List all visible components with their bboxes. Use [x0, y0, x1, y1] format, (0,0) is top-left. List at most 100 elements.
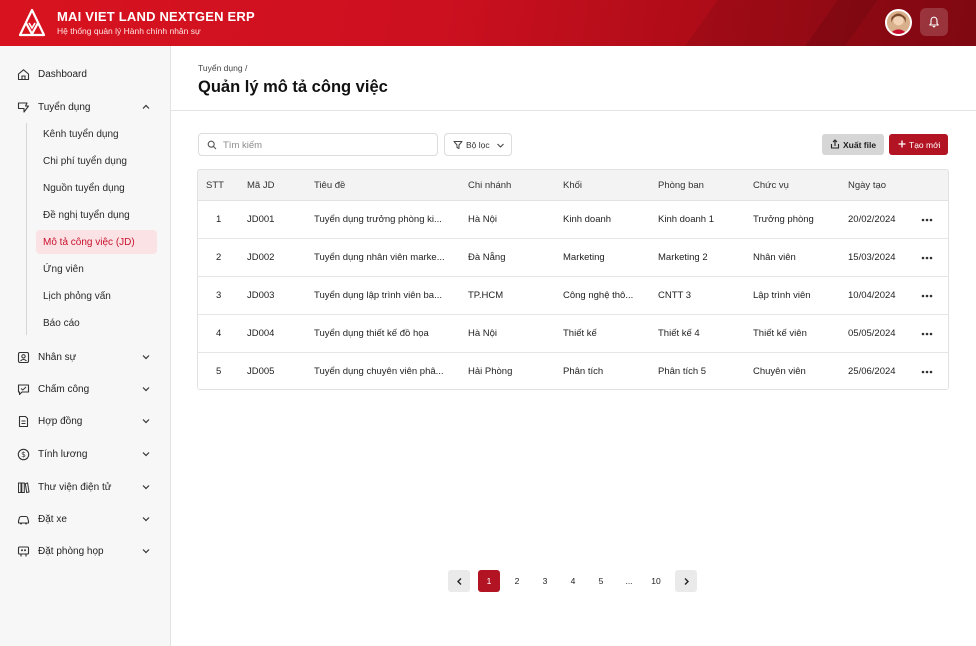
sidebar-subitem-label: Báo cáo — [43, 317, 80, 329]
table-row[interactable]: 3 JD003 Tuyển dụng lập trình viên ba... … — [198, 277, 948, 315]
sidebar-subitem-label: Ứng viên — [43, 263, 84, 275]
breadcrumb[interactable]: Tuyển dụng / — [198, 63, 247, 73]
plus-icon — [898, 140, 906, 148]
sidebar-subitem-candidates[interactable]: Ứng viên — [36, 257, 157, 281]
cell-created-date: 20/02/2024 — [848, 214, 896, 225]
pagination-page-5[interactable]: 5 — [590, 570, 612, 592]
pagination-prev-button[interactable] — [448, 570, 470, 592]
notification-button[interactable] — [920, 8, 948, 36]
more-options-icon[interactable] — [920, 327, 934, 341]
cell-division: Marketing — [563, 252, 605, 263]
dollar-icon: $ — [17, 448, 30, 460]
sidebar-subitem-label: Đề nghị tuyển dụng — [43, 209, 130, 221]
sidebar-subitem-label: Kênh tuyển dụng — [43, 128, 119, 140]
column-header-stt[interactable]: STT — [206, 180, 224, 191]
company-logo-icon[interactable] — [18, 8, 46, 38]
pagination-page-2[interactable]: 2 — [506, 570, 528, 592]
sidebar-item-attendance[interactable]: Chấm công — [0, 376, 171, 402]
column-header-department[interactable]: Phòng ban — [658, 180, 704, 191]
sidebar-subitem-recruitment-source[interactable]: Nguồn tuyển dụng — [36, 176, 157, 200]
table-row[interactable]: 2 JD002 Tuyển dụng nhân viên marke... Đà… — [198, 239, 948, 277]
cell-jd-code: JD004 — [247, 328, 275, 339]
column-header-title[interactable]: Tiêu đề — [314, 180, 345, 191]
page-header: Tuyển dụng / Quản lý mô tả công việc — [171, 46, 976, 111]
sidebar-item-dashboard[interactable]: Dashboard — [0, 61, 171, 87]
bell-icon — [929, 16, 939, 28]
export-icon — [830, 139, 840, 149]
user-avatar[interactable] — [885, 9, 912, 36]
recruitment-icon — [17, 101, 30, 113]
more-options-icon[interactable] — [920, 365, 934, 379]
pagination-page-3[interactable]: 3 — [534, 570, 556, 592]
sidebar-subitem-label: Nguồn tuyển dụng — [43, 182, 125, 194]
sidebar-item-meeting-room[interactable]: Đặt phòng họp — [0, 538, 171, 564]
column-header-branch[interactable]: Chi nhánh — [468, 180, 511, 191]
sidebar-item-personnel[interactable]: Nhân sự — [0, 344, 171, 370]
pagination-page-4[interactable]: 4 — [562, 570, 584, 592]
personnel-icon — [17, 351, 30, 363]
column-header-created-date[interactable]: Ngày tạo — [848, 180, 886, 191]
chevron-down-icon — [497, 143, 504, 148]
cell-branch: Hà Nội — [468, 214, 498, 225]
chevron-up-icon — [142, 104, 150, 109]
cell-created-date: 10/04/2024 — [848, 290, 896, 301]
cell-division: Công nghệ thô... — [563, 290, 634, 301]
export-label: Xuất file — [843, 139, 877, 150]
more-options-icon[interactable] — [920, 289, 934, 303]
chevron-left-icon — [456, 577, 461, 585]
column-header-division[interactable]: Khối — [563, 180, 582, 191]
chevron-down-icon — [142, 355, 150, 360]
sidebar-item-car-booking[interactable]: Đặt xe — [0, 506, 171, 532]
cell-position: Trưởng phòng — [753, 214, 814, 225]
pagination-page-1[interactable]: 1 — [478, 570, 500, 592]
chevron-down-icon — [142, 517, 150, 522]
pagination-next-button[interactable] — [675, 570, 697, 592]
create-new-button[interactable]: Tạo mới — [889, 134, 948, 155]
sidebar-item-label: Tuyển dụng — [38, 101, 91, 113]
cell-stt: 2 — [216, 252, 222, 263]
sidebar-item-contracts[interactable]: Hợp đồng — [0, 408, 171, 434]
sidebar-item-label: Đặt phòng họp — [38, 545, 104, 557]
column-header-jd-code[interactable]: Mã JD — [247, 180, 274, 191]
filter-button[interactable]: Bộ lọc — [444, 133, 512, 156]
top-header: MAI VIET LAND NEXTGEN ERP Hệ thống quản … — [0, 0, 976, 46]
sidebar-item-library[interactable]: Thư viện điện tử — [0, 474, 171, 500]
search-input[interactable] — [223, 137, 433, 153]
sidebar-subitem-recruitment-request[interactable]: Đề nghị tuyển dụng — [36, 203, 157, 227]
svg-text:$: $ — [21, 450, 26, 459]
sidebar-subitem-reports[interactable]: Báo cáo — [36, 311, 157, 335]
sidebar-subitem-interview-schedule[interactable]: Lịch phỏng vấn — [36, 284, 157, 308]
submenu-guide-line — [26, 123, 27, 335]
sidebar-subitem-recruitment-cost[interactable]: Chi phí tuyển dụng — [36, 149, 157, 173]
sidebar-item-label: Hợp đồng — [38, 415, 83, 427]
pagination-page-10[interactable]: 10 — [645, 570, 667, 592]
export-file-button[interactable]: Xuất file — [822, 134, 884, 155]
sidebar-subitem-job-description[interactable]: Mô tả công việc (JD) — [36, 230, 157, 254]
cell-created-date: 05/05/2024 — [848, 328, 896, 339]
table-row[interactable]: 1 JD001 Tuyển dụng trưởng phòng ki... Hà… — [198, 201, 948, 239]
sidebar-item-label: Nhân sự — [38, 351, 77, 363]
create-label: Tạo mới — [909, 139, 941, 150]
app-subtitle: Hệ thống quản lý Hành chính nhân sự — [57, 26, 201, 36]
more-options-icon[interactable] — [920, 251, 934, 265]
cell-title: Tuyển dụng chuyên viên phâ... — [314, 366, 444, 377]
cell-position: Nhân viên — [753, 252, 796, 263]
sidebar-item-label: Dashboard — [38, 68, 87, 80]
attendance-icon — [17, 383, 30, 395]
jd-table: STT Mã JD Tiêu đề Chi nhánh Khối Phòng b… — [197, 169, 949, 390]
sidebar: Dashboard Tuyển dụng Kênh tuyển dụng Chi… — [0, 46, 171, 646]
column-header-position[interactable]: Chức vụ — [753, 180, 789, 191]
avatar-image-icon — [887, 11, 910, 34]
table-row[interactable]: 4 JD004 Tuyển dụng thiết kế đồ họa Hà Nộ… — [198, 315, 948, 353]
more-options-icon[interactable] — [920, 213, 934, 227]
table-row[interactable]: 5 JD005 Tuyển dụng chuyên viên phâ... Hả… — [198, 353, 948, 389]
contract-icon — [18, 415, 29, 427]
app-title: MAI VIET LAND NEXTGEN ERP — [57, 9, 255, 24]
cell-branch: TP.HCM — [468, 290, 504, 301]
filter-label: Bộ lọc — [466, 139, 490, 150]
sidebar-item-recruitment[interactable]: Tuyển dụng — [0, 94, 171, 120]
sidebar-subitem-recruitment-channel[interactable]: Kênh tuyển dụng — [36, 122, 157, 146]
sidebar-item-payroll[interactable]: $ Tính lương — [0, 441, 171, 467]
search-box[interactable] — [198, 133, 438, 156]
cell-title: Tuyển dụng thiết kế đồ họa — [314, 328, 429, 339]
